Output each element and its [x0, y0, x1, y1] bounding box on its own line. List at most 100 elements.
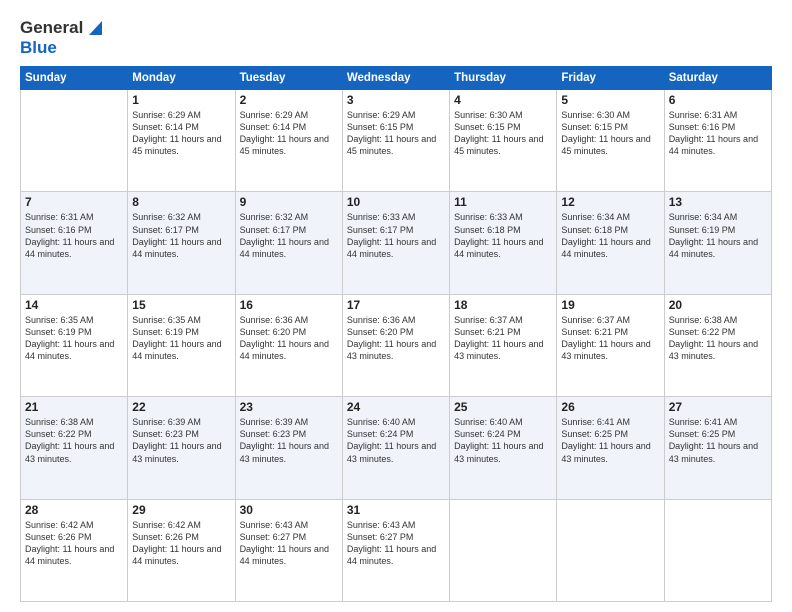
calendar-day-cell: 21 Sunrise: 6:38 AMSunset: 6:22 PMDayligh…	[21, 397, 128, 499]
day-detail: Sunrise: 6:29 AMSunset: 6:14 PMDaylight:…	[132, 109, 230, 158]
calendar-day-cell: 23Sunrise: 6:39 AMSunset: 6:23 PMDayligh…	[235, 397, 342, 499]
calendar-day-cell: 9 Sunrise: 6:32 AMSunset: 6:17 PMDaylight…	[235, 192, 342, 294]
page: General Blue SundayMondayTuesdayWednesda…	[0, 0, 792, 612]
calendar-day-cell	[557, 499, 664, 601]
day-detail: Sunrise: 6:40 AMSunset: 6:24 PMDaylight:…	[454, 416, 552, 465]
day-number: 2	[240, 93, 338, 107]
day-number: 13	[669, 195, 767, 209]
calendar-day-cell: 17 Sunrise: 6:36 AMSunset: 6:20 PMDayligh…	[342, 294, 449, 396]
calendar-table: SundayMondayTuesdayWednesdayThursdayFrid…	[20, 66, 772, 602]
calendar-day-cell: 28 Sunrise: 6:42 AMSunset: 6:26 PMDayligh…	[21, 499, 128, 601]
day-number: 27	[669, 400, 767, 414]
day-number: 15	[132, 298, 230, 312]
day-detail: Sunrise: 6:42 AMSunset: 6:26 PMDaylight:…	[132, 519, 230, 568]
day-number: 9	[240, 195, 338, 209]
day-number: 6	[669, 93, 767, 107]
calendar-week-row: 14 Sunrise: 6:35 AMSunset: 6:19 PMDayligh…	[21, 294, 772, 396]
logo: General Blue	[20, 18, 103, 58]
day-number: 8	[132, 195, 230, 209]
day-number: 4	[454, 93, 552, 107]
day-detail: Sunrise: 6:29 AMSunset: 6:14 PMDaylight:…	[240, 109, 338, 158]
calendar-day-cell	[21, 90, 128, 192]
calendar-day-cell	[450, 499, 557, 601]
day-detail: Sunrise: 6:40 AMSunset: 6:24 PMDaylight:…	[347, 416, 445, 465]
day-detail: Sunrise: 6:41 AMSunset: 6:25 PMDaylight:…	[561, 416, 659, 465]
day-detail: Sunrise: 6:37 AMSunset: 6:21 PMDaylight:…	[454, 314, 552, 363]
calendar-day-cell: 1 Sunrise: 6:29 AMSunset: 6:14 PMDaylight…	[128, 90, 235, 192]
day-number: 22	[132, 400, 230, 414]
day-detail: Sunrise: 6:43 AMSunset: 6:27 PMDaylight:…	[347, 519, 445, 568]
day-detail: Sunrise: 6:34 AMSunset: 6:19 PMDaylight:…	[669, 211, 767, 260]
day-detail: Sunrise: 6:33 AMSunset: 6:18 PMDaylight:…	[454, 211, 552, 260]
calendar-day-cell: 19Sunrise: 6:37 AMSunset: 6:21 PMDayligh…	[557, 294, 664, 396]
calendar-header-row: SundayMondayTuesdayWednesdayThursdayFrid…	[21, 67, 772, 90]
logo-blue: Blue	[20, 38, 57, 57]
day-detail: Sunrise: 6:39 AMSunset: 6:23 PMDaylight:…	[240, 416, 338, 465]
calendar-day-cell: 20 Sunrise: 6:38 AMSunset: 6:22 PMDayligh…	[664, 294, 771, 396]
weekday-header: Saturday	[664, 67, 771, 90]
day-number: 25	[454, 400, 552, 414]
day-detail: Sunrise: 6:41 AMSunset: 6:25 PMDaylight:…	[669, 416, 767, 465]
calendar-day-cell: 29 Sunrise: 6:42 AMSunset: 6:26 PMDayligh…	[128, 499, 235, 601]
day-detail: Sunrise: 6:29 AMSunset: 6:15 PMDaylight:…	[347, 109, 445, 158]
calendar-day-cell: 6 Sunrise: 6:31 AMSunset: 6:16 PMDaylight…	[664, 90, 771, 192]
day-detail: Sunrise: 6:36 AMSunset: 6:20 PMDaylight:…	[347, 314, 445, 363]
day-number: 16	[240, 298, 338, 312]
day-number: 19	[561, 298, 659, 312]
day-number: 31	[347, 503, 445, 517]
day-number: 11	[454, 195, 552, 209]
day-number: 30	[240, 503, 338, 517]
calendar-day-cell: 27 Sunrise: 6:41 AMSunset: 6:25 PMDayligh…	[664, 397, 771, 499]
day-number: 28	[25, 503, 123, 517]
day-detail: Sunrise: 6:31 AMSunset: 6:16 PMDaylight:…	[25, 211, 123, 260]
calendar-day-cell: 12 Sunrise: 6:34 AMSunset: 6:18 PMDayligh…	[557, 192, 664, 294]
day-number: 29	[132, 503, 230, 517]
calendar-week-row: 1 Sunrise: 6:29 AMSunset: 6:14 PMDaylight…	[21, 90, 772, 192]
calendar-day-cell: 18 Sunrise: 6:37 AMSunset: 6:21 PMDayligh…	[450, 294, 557, 396]
day-number: 26	[561, 400, 659, 414]
day-number: 21	[25, 400, 123, 414]
day-detail: Sunrise: 6:38 AMSunset: 6:22 PMDaylight:…	[669, 314, 767, 363]
day-detail: Sunrise: 6:42 AMSunset: 6:26 PMDaylight:…	[25, 519, 123, 568]
calendar-day-cell: 11 Sunrise: 6:33 AMSunset: 6:18 PMDayligh…	[450, 192, 557, 294]
calendar-day-cell: 5Sunrise: 6:30 AMSunset: 6:15 PMDaylight…	[557, 90, 664, 192]
day-number: 12	[561, 195, 659, 209]
day-number: 10	[347, 195, 445, 209]
day-number: 18	[454, 298, 552, 312]
day-detail: Sunrise: 6:43 AMSunset: 6:27 PMDaylight:…	[240, 519, 338, 568]
calendar-day-cell: 10Sunrise: 6:33 AMSunset: 6:17 PMDayligh…	[342, 192, 449, 294]
calendar-day-cell: 22 Sunrise: 6:39 AMSunset: 6:23 PMDayligh…	[128, 397, 235, 499]
day-detail: Sunrise: 6:34 AMSunset: 6:18 PMDaylight:…	[561, 211, 659, 260]
calendar-day-cell: 24 Sunrise: 6:40 AMSunset: 6:24 PMDayligh…	[342, 397, 449, 499]
weekday-header: Sunday	[21, 67, 128, 90]
day-detail: Sunrise: 6:39 AMSunset: 6:23 PMDaylight:…	[132, 416, 230, 465]
day-number: 1	[132, 93, 230, 107]
calendar-day-cell: 8 Sunrise: 6:32 AMSunset: 6:17 PMDaylight…	[128, 192, 235, 294]
calendar-day-cell: 4 Sunrise: 6:30 AMSunset: 6:15 PMDaylight…	[450, 90, 557, 192]
calendar-week-row: 21 Sunrise: 6:38 AMSunset: 6:22 PMDayligh…	[21, 397, 772, 499]
calendar-week-row: 7Sunrise: 6:31 AMSunset: 6:16 PMDaylight…	[21, 192, 772, 294]
day-detail: Sunrise: 6:36 AMSunset: 6:20 PMDaylight:…	[240, 314, 338, 363]
day-detail: Sunrise: 6:35 AMSunset: 6:19 PMDaylight:…	[132, 314, 230, 363]
weekday-header: Wednesday	[342, 67, 449, 90]
day-number: 17	[347, 298, 445, 312]
weekday-header: Tuesday	[235, 67, 342, 90]
day-detail: Sunrise: 6:30 AMSunset: 6:15 PMDaylight:…	[561, 109, 659, 158]
calendar-day-cell: 30 Sunrise: 6:43 AMSunset: 6:27 PMDayligh…	[235, 499, 342, 601]
calendar-day-cell: 15 Sunrise: 6:35 AMSunset: 6:19 PMDayligh…	[128, 294, 235, 396]
day-detail: Sunrise: 6:31 AMSunset: 6:16 PMDaylight:…	[669, 109, 767, 158]
calendar-day-cell: 3Sunrise: 6:29 AMSunset: 6:15 PMDaylight…	[342, 90, 449, 192]
weekday-header: Monday	[128, 67, 235, 90]
calendar-day-cell: 25 Sunrise: 6:40 AMSunset: 6:24 PMDayligh…	[450, 397, 557, 499]
day-number: 24	[347, 400, 445, 414]
calendar-day-cell: 31 Sunrise: 6:43 AMSunset: 6:27 PMDayligh…	[342, 499, 449, 601]
day-detail: Sunrise: 6:30 AMSunset: 6:15 PMDaylight:…	[454, 109, 552, 158]
day-detail: Sunrise: 6:32 AMSunset: 6:17 PMDaylight:…	[240, 211, 338, 260]
day-detail: Sunrise: 6:35 AMSunset: 6:19 PMDaylight:…	[25, 314, 123, 363]
day-number: 14	[25, 298, 123, 312]
day-number: 20	[669, 298, 767, 312]
weekday-header: Thursday	[450, 67, 557, 90]
day-detail: Sunrise: 6:38 AMSunset: 6:22 PMDaylight:…	[25, 416, 123, 465]
day-detail: Sunrise: 6:32 AMSunset: 6:17 PMDaylight:…	[132, 211, 230, 260]
logo-general: General	[20, 18, 83, 38]
